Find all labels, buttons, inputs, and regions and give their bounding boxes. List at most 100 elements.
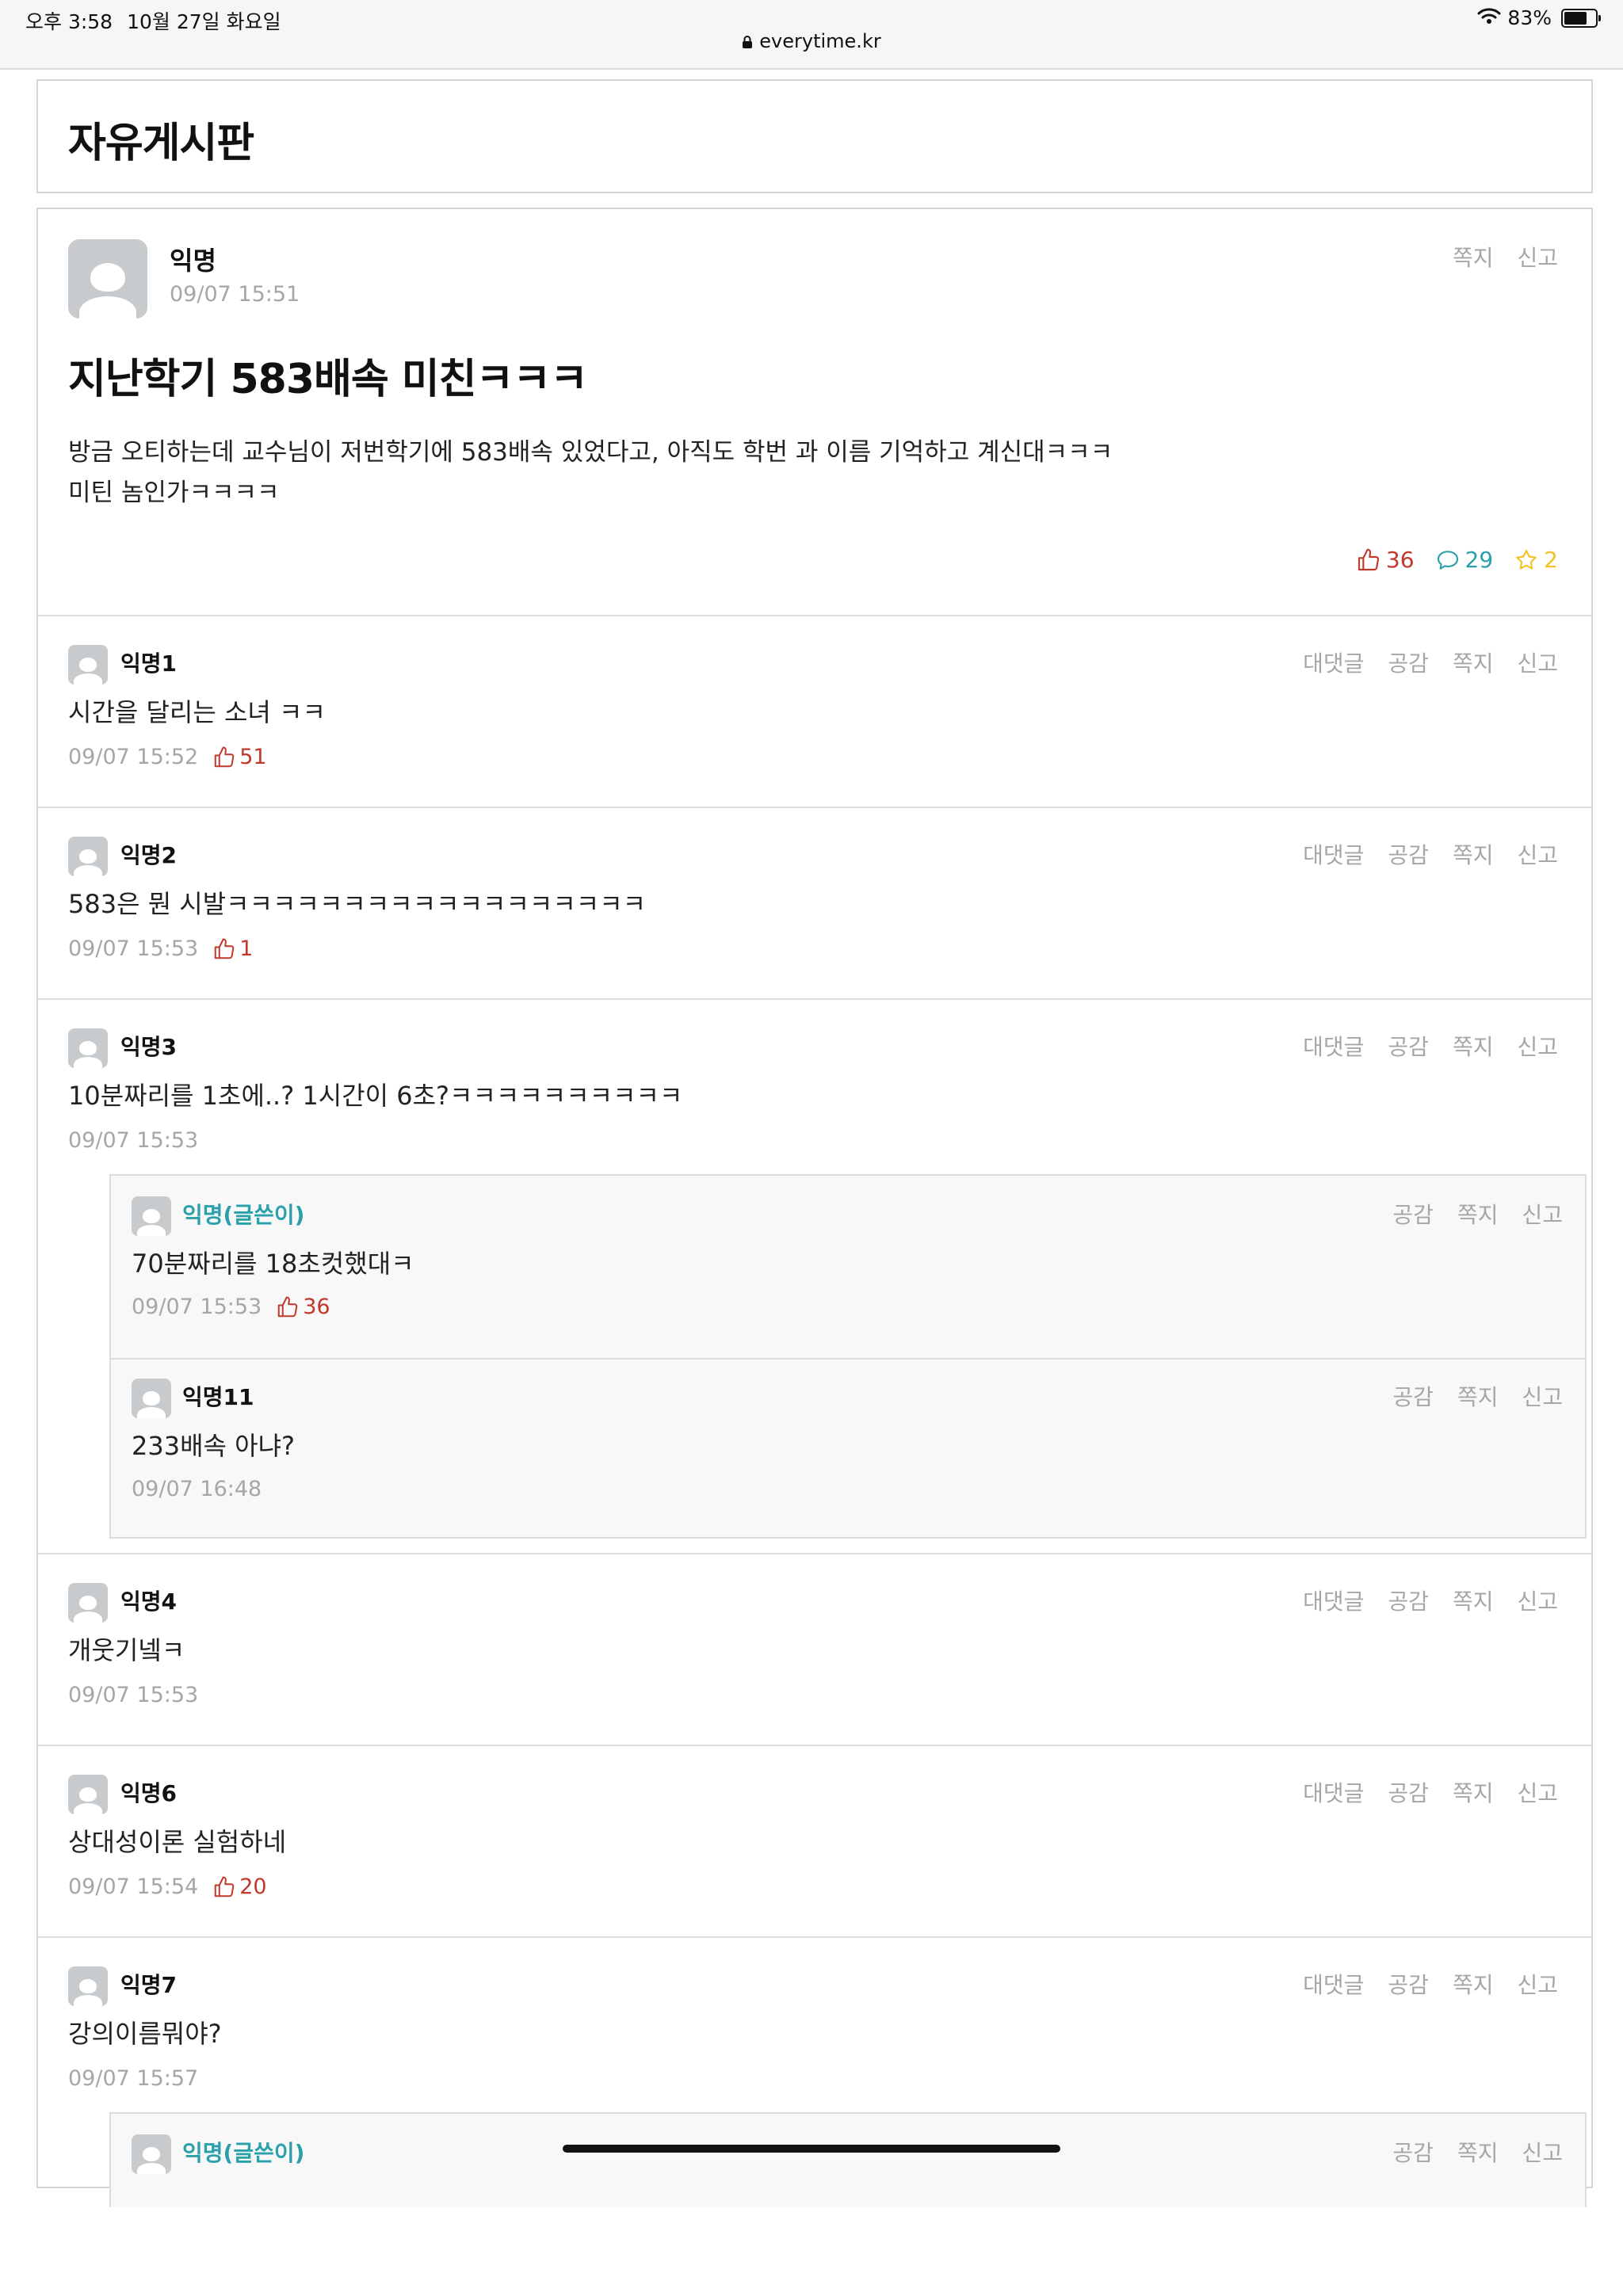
reply-button[interactable]: 대댓글 (1303, 1776, 1364, 1808)
report-button[interactable]: 신고 (1522, 1198, 1563, 1230)
comment-actions: 대댓글 공감 쪽지 신고 (1303, 646, 1558, 678)
like-button[interactable]: 공감 (1388, 646, 1429, 678)
reply-avatar (132, 2134, 171, 2174)
report-button[interactable]: 신고 (1517, 646, 1558, 678)
article-time: 09/07 15:51 (170, 282, 300, 307)
comment-actions: 대댓글 공감 쪽지 신고 (1303, 838, 1558, 870)
reply-time: 09/07 16:48 (132, 1477, 262, 1501)
article-body-line: 미틴 놈인가ㅋㅋㅋㅋ (68, 479, 280, 507)
reply: 익명(글쓴이) 공감 쪽지 신고 (111, 2114, 1585, 2296)
comment-avatar (68, 1583, 108, 1623)
comment-author: 익명2 (120, 842, 178, 868)
status-bar: 오후 3:58 10월 27일 화요일 everytime.kr 83% (0, 0, 1623, 70)
report-button[interactable]: 신고 (1517, 241, 1558, 273)
reply-like: 36 (276, 1295, 330, 1319)
reply-list: 익명(글쓴이) 공감 쪽지 신고 70분짜리를 18초컷했대ㅋ 09/07 15… (109, 1174, 1587, 1539)
article-title: 지난학기 583배속 미친ㅋㅋㅋ (68, 356, 588, 403)
comment-count: 29 (1435, 547, 1493, 573)
message-button[interactable]: 쪽지 (1453, 838, 1494, 870)
article-body: 방금 오티하는데 교수님이 저번학기에 583배속 있었다고, 아직도 학번 과… (68, 433, 1113, 513)
like-button[interactable]: 공감 (1388, 838, 1429, 870)
article-stats: 36 29 2 (1356, 547, 1558, 573)
comment: 익명6 대댓글 공감 쪽지 신고 상대성이론 실험하네 09/07 15:54 … (38, 1745, 1591, 1938)
battery-percent: 83% (1507, 6, 1552, 29)
comment: 익명3 대댓글 공감 쪽지 신고 10분짜리를 1초에..? 1시간이 6초?ㅋ… (38, 998, 1591, 1554)
comment-time: 09/07 15:53 (68, 936, 199, 961)
reply-button[interactable]: 대댓글 (1303, 646, 1364, 678)
comment-actions: 대댓글 공감 쪽지 신고 (1303, 1585, 1558, 1616)
scrap-count: 2 (1514, 547, 1558, 573)
comment-avatar (68, 645, 108, 685)
comment-avatar (68, 1028, 108, 1068)
comment-text: 상대성이론 실험하네 (68, 1827, 287, 1857)
like-button[interactable]: 공감 (1392, 1198, 1434, 1230)
comment-time: 09/07 15:53 (68, 1128, 199, 1153)
like-count: 36 (1356, 547, 1415, 573)
like-button[interactable]: 공감 (1392, 2136, 1434, 2168)
comment-avatar (68, 837, 108, 876)
reply-time: 09/07 15:53 (132, 1295, 262, 1319)
message-button[interactable]: 쪽지 (1457, 1198, 1499, 1230)
comment-author: 익명7 (120, 1972, 178, 1998)
reply-button[interactable]: 대댓글 (1303, 838, 1364, 870)
reply: 익명11 공감 쪽지 신고 233배속 아냐? 09/07 16:48 (111, 1358, 1585, 1540)
comment-time: 09/07 15:53 (68, 1683, 199, 1707)
message-button[interactable]: 쪽지 (1453, 1585, 1494, 1616)
comment: 익명2 대댓글 공감 쪽지 신고 583은 뭔 시발ㅋㅋㅋㅋㅋㅋㅋㅋㅋㅋㅋㅋㅋㅋ… (38, 807, 1591, 1000)
like-button[interactable]: 공감 (1388, 1585, 1429, 1616)
board-title[interactable]: 자유게시판 (68, 109, 254, 169)
comment-avatar (68, 1966, 108, 2006)
like-button[interactable]: 공감 (1388, 1776, 1429, 1808)
article-card: 익명 09/07 15:51 쪽지 신고 지난학기 583배속 미친ㅋㅋㅋ 방금… (36, 208, 1593, 2207)
message-button[interactable]: 쪽지 (1453, 646, 1494, 678)
comment-text: 10분짜리를 1초에..? 1시간이 6초?ㅋㅋㅋㅋㅋㅋㅋㅋㅋㅋ (68, 1081, 683, 1111)
thumbs-up-icon (214, 746, 235, 767)
comment: 익명4 대댓글 공감 쪽지 신고 개웃기넼ㅋ 09/07 15:53 (38, 1553, 1591, 1746)
comment-actions: 대댓글 공감 쪽지 신고 (1303, 1968, 1558, 2000)
reply-actions: 공감 쪽지 신고 (1392, 2136, 1563, 2168)
comment-author: 익명4 (120, 1589, 178, 1615)
report-button[interactable]: 신고 (1517, 1585, 1558, 1616)
comment-author: 익명3 (120, 1034, 178, 1060)
comment-time: 09/07 15:52 (68, 745, 199, 769)
report-button[interactable]: 신고 (1522, 1380, 1563, 1412)
battery-icon (1561, 8, 1601, 28)
thumbs-up-icon (214, 1876, 235, 1897)
comment-like: 51 (212, 745, 267, 769)
comment-text: 583은 뭔 시발ㅋㅋㅋㅋㅋㅋㅋㅋㅋㅋㅋㅋㅋㅋㅋㅋㅋㅋ (68, 889, 647, 919)
reply-avatar (132, 1379, 171, 1418)
article-body-line: 방금 오티하는데 교수님이 저번학기에 583배속 있었다고, 아직도 학번 과… (68, 438, 1113, 467)
comment-author: 익명6 (120, 1780, 178, 1806)
message-button[interactable]: 쪽지 (1453, 1776, 1494, 1808)
like-button[interactable]: 공감 (1388, 1030, 1429, 1062)
message-button[interactable]: 쪽지 (1457, 1380, 1499, 1412)
reply-button[interactable]: 대댓글 (1303, 1030, 1364, 1062)
comment-text: 시간을 달리는 소녀 ㅋㅋ (68, 697, 326, 727)
report-button[interactable]: 신고 (1517, 1776, 1558, 1808)
message-button[interactable]: 쪽지 (1457, 2136, 1499, 2168)
address-bar[interactable]: everytime.kr (0, 30, 1623, 54)
reply-button[interactable]: 대댓글 (1303, 1585, 1364, 1616)
star-icon (1516, 549, 1537, 570)
like-button[interactable]: 공감 (1392, 1380, 1434, 1412)
report-button[interactable]: 신고 (1517, 1968, 1558, 2000)
lock-icon (742, 32, 753, 54)
home-indicator[interactable] (563, 2145, 1060, 2153)
url-text: everytime.kr (759, 30, 881, 52)
wifi-icon (1477, 6, 1501, 29)
message-button[interactable]: 쪽지 (1453, 241, 1494, 273)
board-header: 자유게시판 (36, 79, 1593, 193)
comment-actions: 대댓글 공감 쪽지 신고 (1303, 1776, 1558, 1808)
report-button[interactable]: 신고 (1517, 838, 1558, 870)
report-button[interactable]: 신고 (1522, 2136, 1563, 2168)
reply-actions: 공감 쪽지 신고 (1392, 1198, 1563, 1230)
reply-list: 익명(글쓴이) 공감 쪽지 신고 (109, 2112, 1587, 2207)
article-actions: 쪽지 신고 (1453, 241, 1558, 273)
message-button[interactable]: 쪽지 (1453, 1968, 1494, 2000)
comment-actions: 대댓글 공감 쪽지 신고 (1303, 1030, 1558, 1062)
report-button[interactable]: 신고 (1517, 1030, 1558, 1062)
comment-like: 1 (212, 936, 253, 961)
reply-button[interactable]: 대댓글 (1303, 1968, 1364, 2000)
message-button[interactable]: 쪽지 (1453, 1030, 1494, 1062)
like-button[interactable]: 공감 (1388, 1968, 1429, 2000)
